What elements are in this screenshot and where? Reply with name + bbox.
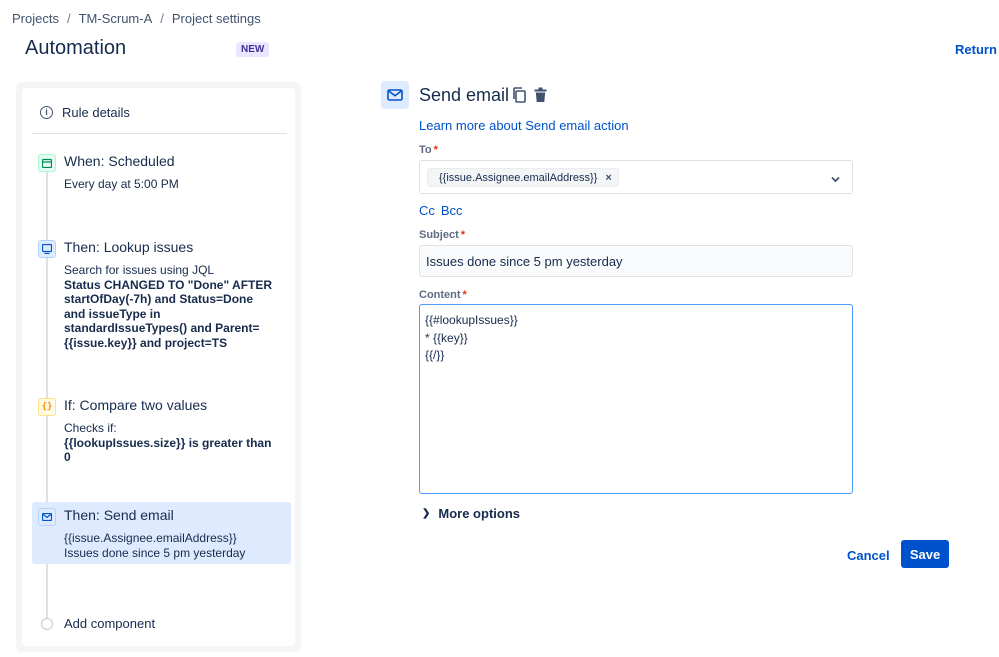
breadcrumb: Projects / TM-Scrum-A / Project settings xyxy=(12,11,261,26)
step-title: When: Scheduled xyxy=(64,153,175,169)
cc-link[interactable]: Cc xyxy=(419,203,435,218)
step-condition-compare[interactable]: {} If: Compare two values Checks if: {{l… xyxy=(32,392,291,472)
add-component-button[interactable]: Add component xyxy=(64,616,155,631)
subject-input[interactable] xyxy=(419,245,853,277)
rule-panel: i Rule details When: Scheduled Every day… xyxy=(16,82,301,652)
breadcrumb-projects[interactable]: Projects xyxy=(12,11,59,26)
step-title: Then: Send email xyxy=(64,507,174,523)
step-line: {{issue.Assignee.emailAddress}} xyxy=(64,531,237,545)
more-options-label: More options xyxy=(438,506,520,521)
content-label-text: Content xyxy=(419,289,461,301)
step-description: Search for issues using JQL Status CHANG… xyxy=(64,263,285,350)
save-button[interactable]: Save xyxy=(901,540,949,568)
breadcrumb-separator: / xyxy=(160,11,164,26)
step-action-lookup-issues[interactable]: Then: Lookup issues Search for issues us… xyxy=(32,234,291,354)
add-component-dot xyxy=(41,618,53,630)
editor-title: Send email xyxy=(419,85,510,105)
jql-query: Status CHANGED TO "Done" AFTER startOfDa… xyxy=(64,278,285,351)
calendar-icon xyxy=(38,154,56,172)
step-title: If: Compare two values xyxy=(64,397,208,413)
step-line: Checks if: xyxy=(64,421,117,435)
jql-line: Status CHANGED TO "Done" AFTER xyxy=(64,277,273,292)
content-label: Content * xyxy=(419,289,467,301)
step-description: {{issue.Assignee.emailAddress}} Issues d… xyxy=(64,531,285,560)
condition-line: {{lookupIssues.size}} is greater than xyxy=(64,435,272,450)
copy-icon[interactable] xyxy=(512,87,526,103)
step-line: Search for issues using JQL xyxy=(64,263,215,277)
cancel-button[interactable]: Cancel xyxy=(840,542,897,568)
page-title: Automation xyxy=(25,37,127,59)
jql-line: {{issue.key}} and project=TS xyxy=(64,335,228,350)
cc-bcc-links: Cc Bcc xyxy=(419,203,463,218)
mail-icon xyxy=(38,508,56,526)
content-textarea[interactable]: {{#lookupIssues}} * {{key}} {{/}} xyxy=(419,304,853,494)
step-description: Every day at 5:00 PM xyxy=(64,177,285,192)
condition-line: 0 xyxy=(64,450,71,464)
to-field[interactable]: {{issue.Assignee.emailAddress}} × xyxy=(419,160,853,194)
jql-line: startOfDay(-7h) and Status=Done xyxy=(64,292,254,306)
info-icon: i xyxy=(40,106,53,119)
lookup-issues-icon xyxy=(38,240,56,258)
required-marker: * xyxy=(460,229,466,241)
more-options-toggle[interactable]: ❯ More options xyxy=(422,506,520,521)
return-link[interactable]: Return t xyxy=(955,42,999,57)
braces-icon: {} xyxy=(38,398,56,416)
trash-icon[interactable] xyxy=(534,87,547,103)
divider xyxy=(32,133,287,134)
chevron-right-icon: ❯ xyxy=(422,508,431,519)
required-marker: * xyxy=(433,144,438,156)
step-line: Every day at 5:00 PM xyxy=(64,177,179,191)
recipient-tag: {{issue.Assignee.emailAddress}} × xyxy=(427,168,619,187)
jql-line: standardIssueTypes() and Parent= xyxy=(64,321,260,335)
breadcrumb-separator: / xyxy=(66,11,71,26)
mail-icon xyxy=(381,81,409,109)
rule-details-item[interactable]: i Rule details xyxy=(40,105,130,120)
step-description: Checks if: {{lookupIssues.size}} is grea… xyxy=(64,421,285,465)
step-line: Issues done since 5 pm yesterday xyxy=(64,545,246,560)
remove-tag-icon[interactable]: × xyxy=(605,172,611,184)
learn-more-link[interactable]: Learn more about Send email action xyxy=(419,118,629,133)
step-trigger-scheduled[interactable]: When: Scheduled Every day at 5:00 PM xyxy=(32,148,291,198)
jql-line: and issueType in xyxy=(64,306,161,321)
breadcrumb-project-settings[interactable]: Project settings xyxy=(172,11,261,26)
chevron-down-icon[interactable] xyxy=(831,172,840,183)
step-action-send-email[interactable]: Then: Send email {{issue.Assignee.emailA… xyxy=(32,502,291,564)
step-title: Then: Lookup issues xyxy=(64,239,194,255)
to-label: To * xyxy=(419,144,438,156)
breadcrumb-project[interactable]: TM-Scrum-A xyxy=(79,11,153,26)
subject-label: Subject * xyxy=(419,229,465,241)
rule-details-label: Rule details xyxy=(62,105,130,120)
new-badge: NEW xyxy=(236,42,270,57)
required-marker: * xyxy=(462,289,467,301)
recipient-tag-label: {{issue.Assignee.emailAddress}} xyxy=(439,171,598,184)
rule-panel-inner: i Rule details When: Scheduled Every day… xyxy=(22,88,295,646)
subject-label-text: Subject xyxy=(419,229,459,241)
to-label-text: To xyxy=(419,144,432,156)
bcc-link[interactable]: Bcc xyxy=(441,203,463,218)
